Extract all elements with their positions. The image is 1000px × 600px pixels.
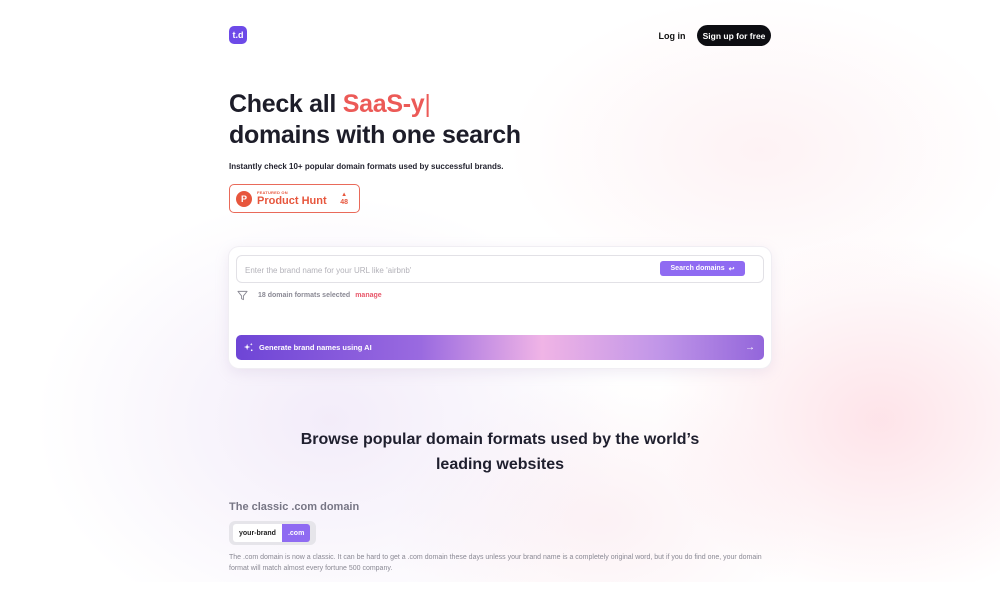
product-hunt-votes: ▲ 48 (340, 192, 348, 206)
browse-section-title: Browse popular domain formats used by th… (300, 431, 700, 473)
domain-formats-row: 18 domain formats selected manage (237, 290, 382, 301)
classic-domain-title: The classic .com domain (229, 501, 360, 513)
product-hunt-badge[interactable]: P FEATURED ON Product Hunt ▲ 48 (229, 184, 360, 213)
typing-cursor: | (424, 90, 431, 118)
enter-icon: ↩ (728, 265, 735, 273)
funnel-icon[interactable] (237, 290, 248, 301)
signup-button[interactable]: Sign up for free (697, 25, 771, 46)
formats-selected-count: 18 domain formats selected (258, 292, 351, 299)
bottom-edge (0, 582, 1000, 600)
sparkle-icon (243, 342, 253, 352)
search-card: Search domains ↩ 18 domain formats selec… (229, 247, 771, 368)
product-hunt-logo-icon: P (236, 190, 252, 207)
manage-formats-link[interactable]: manage (355, 292, 381, 299)
generate-brand-names-button[interactable]: Generate brand names using AI → (236, 335, 764, 360)
brand-name-part: your-brand (233, 524, 282, 542)
arrow-right-icon: → (745, 342, 755, 353)
upvote-arrow-icon: ▲ (341, 191, 348, 198)
classic-domain-description: The .com domain is now a classic. It can… (229, 554, 762, 572)
generate-brand-names-label: Generate brand names using AI (259, 343, 372, 352)
brand-name-input[interactable] (245, 262, 645, 278)
hero-title-accent: SaaS-y (342, 90, 425, 118)
login-link[interactable]: Log in (652, 26, 692, 45)
hero-title-line2: domains with one search (229, 121, 521, 149)
search-box: Search domains ↩ (236, 255, 764, 283)
hero-title: Check all SaaS-y| domains with one searc… (229, 89, 609, 151)
product-hunt-text: FEATURED ON Product Hunt (257, 190, 327, 207)
vote-count: 48 (340, 198, 348, 206)
search-button-label: Search domains (670, 265, 725, 272)
search-domains-button[interactable]: Search domains ↩ (660, 261, 745, 276)
site-logo[interactable]: t.d (229, 26, 247, 44)
product-hunt-name: Product Hunt (257, 195, 327, 207)
hero-title-prefix: Check all (229, 90, 343, 118)
domain-format-example: your-brand .com (229, 521, 316, 545)
hero-subtitle: Instantly check 10+ popular domain forma… (229, 162, 504, 171)
tld-part: .com (281, 524, 311, 542)
